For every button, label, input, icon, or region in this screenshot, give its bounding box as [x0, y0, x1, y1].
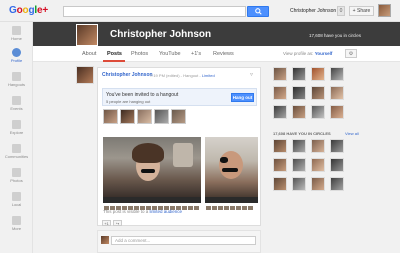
hangouts-icon — [12, 72, 21, 81]
hangout-participant-avatar[interactable] — [120, 109, 135, 124]
hang-out-button[interactable]: Hang out — [231, 93, 254, 102]
mustache-shape — [222, 168, 238, 172]
circle-count: 17,608 have you in circles — [309, 33, 362, 38]
post-author-name[interactable]: Christopher Johnson — [102, 72, 153, 78]
hangout-photo-left[interactable] — [103, 137, 201, 197]
nav-item-communities[interactable]: Communities — [0, 144, 33, 164]
circle-avatar[interactable] — [292, 158, 306, 172]
events-icon — [12, 96, 21, 105]
circle-avatar[interactable] — [273, 158, 287, 172]
limited-audience-link[interactable]: limited audience — [150, 209, 183, 214]
post-meta: 7:19 PM (edited) - Hangout - Limited — [150, 73, 215, 78]
circle-avatar[interactable] — [330, 158, 344, 172]
circle-avatar[interactable] — [273, 139, 287, 153]
hangout-title: You've been invited to a hangout — [106, 92, 179, 98]
circle-avatar[interactable] — [330, 86, 344, 100]
comment-input[interactable]: Add a comment... — [111, 236, 256, 245]
circle-avatar[interactable] — [273, 67, 287, 81]
search-input[interactable] — [63, 6, 246, 17]
circle-avatar[interactable] — [311, 67, 325, 81]
post-visibility: This post is visible to a limited audien… — [103, 209, 183, 214]
search-button[interactable] — [247, 6, 269, 17]
tab-photos[interactable]: Photos — [131, 51, 148, 57]
post-author-avatar[interactable] — [76, 66, 94, 84]
circle-avatar[interactable] — [273, 105, 287, 119]
gear-button[interactable]: ⚙ — [345, 49, 357, 58]
profile-name: Christopher Johnson — [110, 29, 212, 40]
share-post-button[interactable]: ↪ — [113, 220, 122, 226]
plus-one-button[interactable]: +1 — [102, 220, 111, 226]
nav-item-profile[interactable]: Profile — [0, 48, 33, 68]
nav-item-local[interactable]: Local — [0, 192, 33, 212]
hangout-participant-avatar[interactable] — [171, 109, 186, 124]
tab-posts[interactable]: Posts — [107, 51, 122, 57]
circle-avatar[interactable] — [330, 105, 344, 119]
notifications-button[interactable]: 0 — [337, 6, 345, 16]
circle-avatar[interactable] — [311, 139, 325, 153]
filmstrip-right — [205, 197, 258, 210]
tab-youtube[interactable]: YouTube — [159, 51, 181, 57]
search-icon — [255, 8, 262, 15]
circle-avatar[interactable] — [292, 177, 306, 191]
share-button[interactable]: + Share — [349, 6, 374, 16]
nav-item-photos[interactable]: Photos — [0, 168, 33, 188]
gear-icon: ⚙ — [348, 51, 354, 57]
tab-about[interactable]: About — [82, 51, 96, 57]
hangout-participant-avatar[interactable] — [154, 109, 169, 124]
nav-item-explore[interactable]: Explore — [0, 120, 33, 140]
tab-reviews[interactable]: Reviews — [213, 51, 234, 57]
hangout-participant-avatar[interactable] — [103, 109, 118, 124]
view-as-select[interactable]: Yourself — [315, 51, 333, 56]
photos-icon — [12, 168, 21, 177]
account-name[interactable]: Christopher Johnson — [290, 8, 336, 14]
home-icon — [12, 26, 21, 35]
communities-icon — [12, 144, 21, 153]
nav-item-hangouts[interactable]: Hangouts — [0, 72, 33, 92]
filmstrip-left — [103, 197, 201, 210]
profile-icon — [12, 48, 21, 57]
face-shape — [219, 151, 243, 179]
circle-avatar[interactable] — [273, 86, 287, 100]
hair-shape — [132, 143, 164, 163]
profile-avatar[interactable] — [76, 24, 98, 46]
mustache-shape — [141, 169, 155, 173]
google-plus-logo[interactable]: Google+ — [9, 5, 48, 16]
background-shape — [173, 143, 193, 167]
circles-header: 17,608 HAVE YOU IN CIRCLES — [273, 131, 331, 136]
local-icon — [12, 192, 21, 201]
circle-avatar[interactable] — [311, 86, 325, 100]
circle-avatar[interactable] — [311, 177, 325, 191]
hangout-photo-right[interactable] — [205, 137, 258, 197]
post-menu-icon[interactable]: ▿ — [250, 71, 253, 78]
circle-avatar[interactable] — [292, 67, 306, 81]
view-profile-as[interactable]: View profile as: Yourself — [283, 51, 332, 56]
eyepatch-shape — [220, 157, 228, 163]
commenter-avatar — [101, 236, 109, 244]
view-all-link[interactable]: View all — [345, 131, 359, 136]
account-avatar[interactable] — [378, 4, 391, 17]
nav-item-events[interactable]: Events — [0, 96, 33, 116]
hangout-subtitle: 5 people are hanging out — [106, 99, 151, 104]
share-icon: ↪ — [115, 221, 120, 226]
tab-plusones[interactable]: +1's — [191, 51, 201, 57]
explore-icon — [12, 120, 21, 129]
hangout-participant-avatar[interactable] — [137, 109, 152, 124]
nav-item-home[interactable]: Home — [0, 26, 33, 46]
more-icon — [12, 216, 21, 225]
circle-avatar[interactable] — [273, 177, 287, 191]
circle-avatar[interactable] — [330, 177, 344, 191]
circle-avatar[interactable] — [311, 158, 325, 172]
circle-avatar[interactable] — [330, 67, 344, 81]
circle-avatar[interactable] — [292, 86, 306, 100]
nav-item-more[interactable]: More — [0, 216, 33, 236]
circle-avatar[interactable] — [330, 139, 344, 153]
post-limited-link[interactable]: Limited — [202, 73, 215, 78]
circle-avatar[interactable] — [292, 139, 306, 153]
circle-avatar[interactable] — [311, 105, 325, 119]
circle-avatar[interactable] — [292, 105, 306, 119]
